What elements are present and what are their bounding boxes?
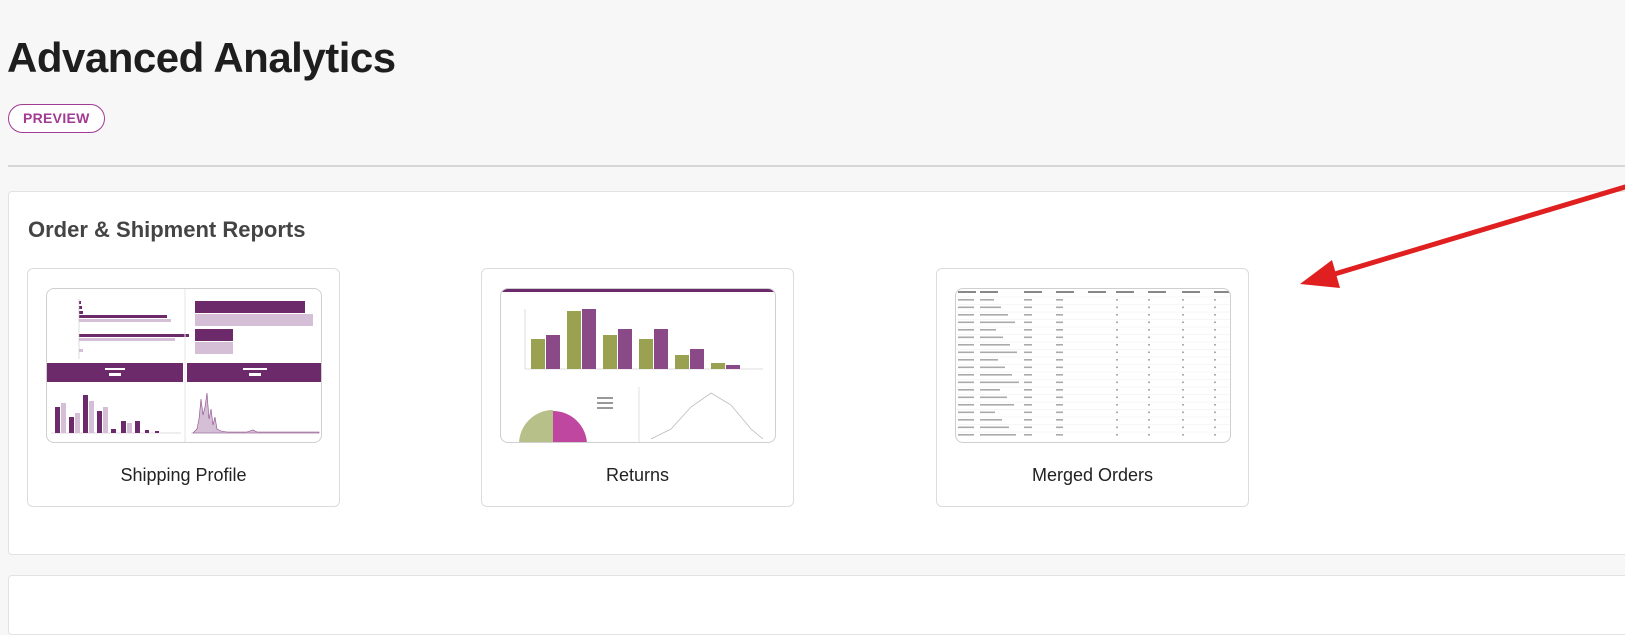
report-card-returns[interactable]: Returns — [481, 268, 794, 507]
shipping-profile-thumbnail — [46, 288, 322, 443]
card-label: Returns — [605, 465, 670, 485]
section-title: Order & Shipment Reports — [28, 217, 306, 242]
card-label: Merged Orders — [1031, 465, 1154, 485]
card-label: Shipping Profile — [120, 465, 247, 485]
page-title: Advanced Analytics — [7, 34, 396, 81]
header-divider — [8, 165, 1625, 167]
returns-thumbnail — [500, 288, 776, 443]
order-shipment-reports-section: Order & Shipment Reports Shipping Profil… — [8, 191, 1625, 555]
preview-badge: PREVIEW — [8, 104, 105, 133]
report-card-merged-orders[interactable]: Merged Orders — [936, 268, 1249, 507]
next-reports-section — [8, 575, 1625, 635]
report-card-shipping-profile[interactable]: Shipping Profile — [27, 268, 340, 507]
merged-orders-thumbnail — [955, 288, 1231, 443]
